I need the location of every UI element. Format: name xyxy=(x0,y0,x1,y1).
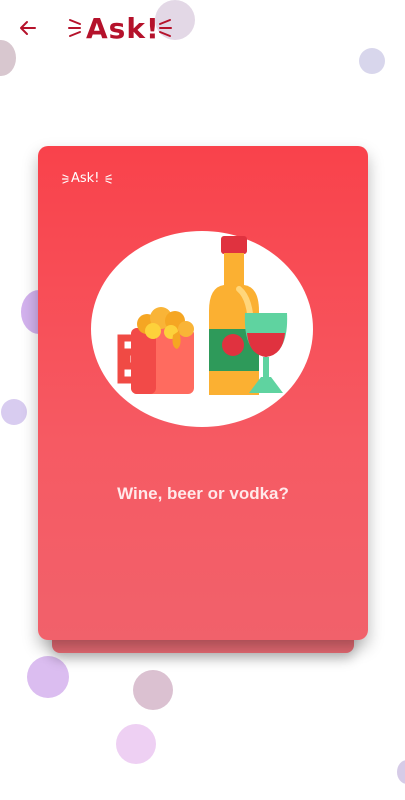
app-logo: Ask! xyxy=(68,10,172,46)
card-logo: Ask! xyxy=(62,170,112,188)
back-button[interactable] xyxy=(14,14,42,42)
logo-burst-left-icon xyxy=(62,174,69,184)
question-card[interactable]: Ask! Wine, beer or vodka? xyxy=(38,146,368,640)
arrow-left-icon xyxy=(20,21,36,35)
beer-mug-icon xyxy=(117,307,194,394)
decorative-bubble xyxy=(1,399,27,425)
decorative-bubble xyxy=(133,670,173,710)
question-text: Wine, beer or vodka? xyxy=(117,484,289,503)
logo-burst-right-icon xyxy=(159,19,172,37)
drinks-illustration xyxy=(91,231,315,427)
logo-burst-left-icon xyxy=(68,19,81,37)
card-logo-text: Ask! xyxy=(71,171,100,186)
decorative-bubble xyxy=(397,760,405,784)
logo-text: Ask! xyxy=(86,12,160,45)
decorative-bubble xyxy=(27,656,69,698)
top-bar: Ask! xyxy=(0,0,405,56)
drinks-icon xyxy=(117,236,288,395)
decorative-bubble xyxy=(116,724,156,764)
logo-burst-right-icon xyxy=(105,174,112,184)
